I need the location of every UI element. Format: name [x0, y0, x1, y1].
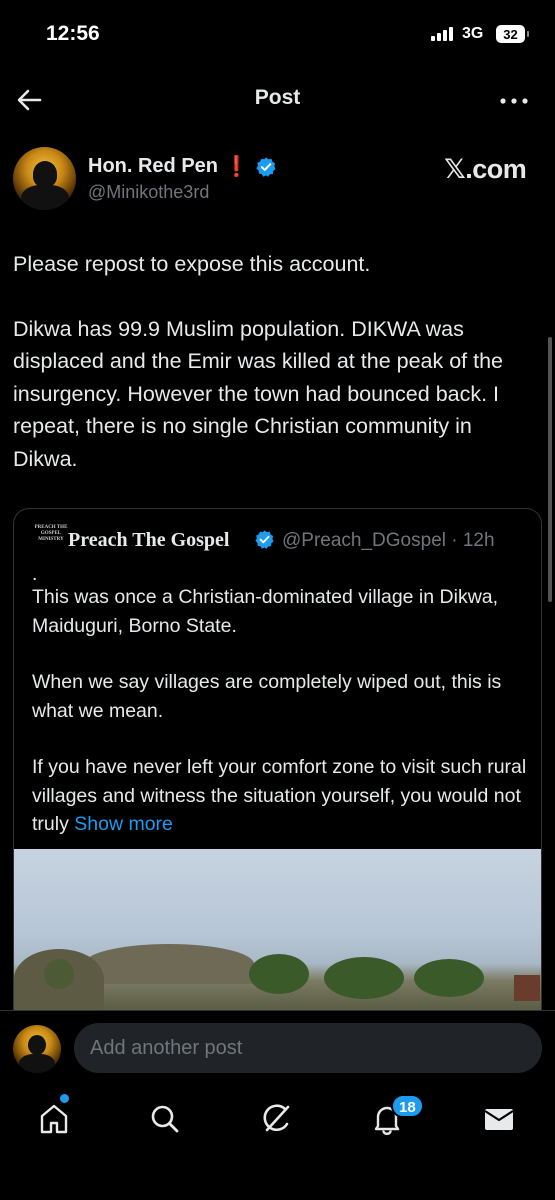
quote-paragraph-last: If you have never left your comfort zone…	[32, 753, 527, 839]
post-paragraph: Dikwa has 99.9 Muslim population. DIKWA …	[13, 316, 504, 471]
reply-bar	[0, 1010, 555, 1082]
quote-media-image[interactable]	[14, 849, 541, 1010]
page-title: Post	[254, 86, 301, 109]
author-name-row[interactable]: Hon. Red Pen ❗	[88, 154, 277, 179]
quote-paragraph: This was once a Christian-dominated vill…	[32, 586, 499, 637]
post-paragraph: Please repost to expose this account.	[13, 252, 371, 276]
verified-icon	[256, 156, 276, 177]
network-type: 3G	[462, 25, 484, 42]
nav-grok[interactable]	[259, 1102, 293, 1136]
scrollbar[interactable]	[548, 337, 552, 602]
mail-icon	[484, 1109, 514, 1130]
post-text: Please repost to expose this account. Di…	[13, 248, 538, 507]
status-bar: 12:56 3G 32	[0, 0, 555, 70]
home-notification-dot	[60, 1094, 69, 1103]
show-more-link[interactable]: Show more	[74, 813, 173, 835]
quote-handle-time[interactable]: @Preach_DGospel · 12h	[282, 530, 495, 552]
bottom-nav: 18	[0, 1082, 555, 1200]
nav-search[interactable]	[148, 1102, 182, 1136]
quoted-post[interactable]: PREACH THE GOSPEL MINISTRY Preach The Go…	[13, 508, 542, 1010]
reply-input[interactable]	[74, 1023, 542, 1073]
status-time: 12:56	[46, 22, 100, 45]
author-avatar[interactable]	[13, 147, 76, 210]
grok-icon	[263, 1104, 290, 1132]
user-avatar	[13, 1025, 61, 1073]
exclamation-emoji: ❗	[224, 156, 249, 178]
quote-dot-line: .	[32, 563, 38, 585]
search-icon	[151, 1105, 179, 1133]
battery-icon: 32	[496, 25, 529, 43]
home-icon	[40, 1104, 68, 1134]
quote-avatar[interactable]: PREACH THE GOSPEL MINISTRY	[31, 525, 71, 551]
quote-author-name[interactable]: Preach The Gospel	[68, 529, 229, 552]
author-handle[interactable]: @Minikothe3rd	[88, 182, 209, 203]
post-detail: Hon. Red Pen ❗ @Minikothe3rd 𝕏.com Pleas…	[0, 130, 555, 1010]
nav-messages[interactable]	[482, 1102, 516, 1136]
nav-home[interactable]	[37, 1102, 71, 1136]
quote-text: . This was once a Christian-dominated vi…	[32, 563, 527, 867]
verified-icon	[255, 530, 274, 549]
signal-icon	[431, 27, 453, 41]
author-name[interactable]: Hon. Red Pen	[88, 155, 218, 178]
notifications-badge: 18	[391, 1094, 424, 1118]
x-watermark: 𝕏.com	[444, 154, 527, 184]
quote-paragraph: When we say villages are completely wipe…	[32, 671, 502, 722]
